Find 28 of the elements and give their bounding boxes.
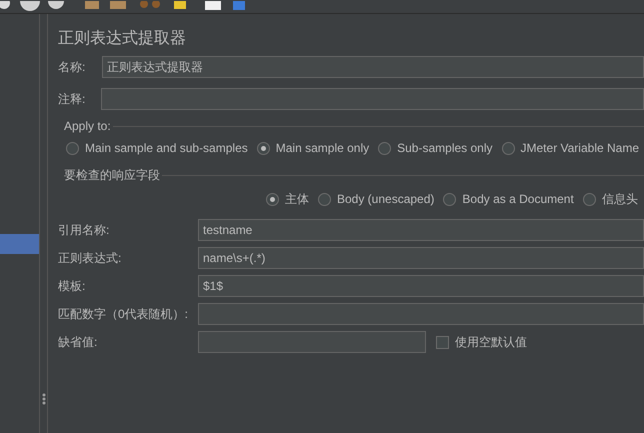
field-label: 匹配数字（0代表随机）: bbox=[58, 306, 190, 322]
radio-option[interactable]: Body (unescaped) bbox=[318, 192, 434, 206]
field-label: 缺省值: bbox=[58, 334, 98, 350]
field-label: 名称: bbox=[58, 58, 86, 76]
radio-option[interactable]: Sub-samples only bbox=[378, 141, 493, 155]
radio-option[interactable]: JMeter Variable Name bbox=[502, 141, 640, 155]
name-field[interactable]: 正则表达式提取器 bbox=[102, 56, 644, 78]
radio-option[interactable]: Body as a Document bbox=[443, 192, 574, 206]
input-field[interactable] bbox=[198, 303, 644, 325]
radio-option[interactable]: 信息头 bbox=[582, 190, 638, 208]
section-legend: 要检查的响应字段 bbox=[64, 167, 160, 184]
comment-field[interactable] bbox=[101, 88, 644, 110]
input-field[interactable] bbox=[198, 331, 426, 353]
drag-handle-icon bbox=[42, 393, 46, 405]
field-label: 注释: bbox=[58, 90, 86, 108]
radio-option[interactable]: Main sample only bbox=[256, 141, 370, 155]
field-label: 正则表达式: bbox=[58, 250, 122, 266]
input-field[interactable]: $1$ bbox=[198, 275, 644, 297]
radio-option[interactable]: 主体 bbox=[266, 190, 309, 208]
radio-option[interactable]: Main sample and sub-samples bbox=[66, 141, 248, 155]
section-legend: Apply to: bbox=[64, 119, 111, 133]
input-field[interactable]: name\s+(.*) bbox=[198, 247, 644, 269]
selected-tree-row[interactable] bbox=[0, 234, 39, 254]
input-field[interactable]: testname bbox=[198, 219, 644, 241]
field-label: 模板: bbox=[58, 278, 86, 294]
field-label: 引用名称: bbox=[58, 222, 110, 238]
checkbox-option[interactable]: 使用空默认值 bbox=[436, 334, 527, 350]
panel-title: 正则表达式提取器 bbox=[58, 28, 187, 49]
